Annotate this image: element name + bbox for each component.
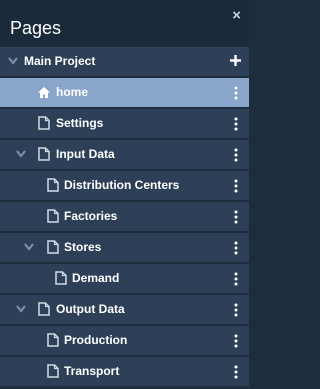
file-icon (47, 178, 59, 192)
file-icon (38, 302, 50, 316)
chevron-down-icon[interactable] (16, 305, 26, 313)
tree-root-main-project[interactable]: Main Project (0, 47, 249, 77)
more-options-icon[interactable] (234, 272, 238, 286)
tree-item-label: Stores (64, 240, 102, 254)
tree-item-distribution-centers[interactable]: Distribution Centers (0, 171, 249, 201)
close-panel-button[interactable]: × (232, 8, 241, 23)
file-icon (47, 240, 59, 254)
more-options-icon[interactable] (234, 210, 238, 224)
tree-item-production[interactable]: Production (0, 326, 249, 356)
more-options-icon[interactable] (234, 86, 238, 100)
home-icon (38, 87, 50, 98)
tree-item-stores[interactable]: Stores (0, 233, 249, 263)
more-options-icon[interactable] (234, 117, 238, 131)
tree-item-demand[interactable]: Demand (0, 264, 249, 294)
tree-item-label: Transport (64, 364, 120, 378)
tree-item-label: Production (64, 333, 128, 347)
more-options-icon[interactable] (234, 334, 238, 348)
tree-item-input-data[interactable]: Input Data (0, 140, 249, 170)
file-icon (38, 116, 50, 130)
tree-item-settings[interactable]: Settings (0, 109, 249, 139)
tree-item-factories[interactable]: Factories (0, 202, 249, 232)
panel-title: Pages (10, 18, 62, 38)
more-options-icon[interactable] (234, 179, 238, 193)
file-icon (47, 364, 59, 378)
add-page-icon[interactable] (229, 54, 242, 67)
panel-header: Pages × (0, 0, 249, 46)
tree-root-label: Main Project (24, 54, 96, 68)
file-icon (38, 147, 50, 161)
tree-item-label: Demand (72, 271, 120, 285)
file-icon (55, 271, 67, 285)
tree-item-transport[interactable]: Transport (0, 357, 249, 387)
tree-item-home[interactable]: home (0, 78, 249, 108)
tree-item-label: home (56, 85, 89, 99)
tree-item-label: Settings (56, 116, 104, 130)
file-icon (47, 209, 59, 223)
more-options-icon[interactable] (234, 303, 238, 317)
tree-item-label: Output Data (56, 302, 125, 316)
tree-item-output-data[interactable]: Output Data (0, 295, 249, 325)
tree-item-label: Factories (64, 209, 118, 223)
chevron-down-icon[interactable] (16, 150, 26, 158)
more-options-icon[interactable] (234, 365, 238, 379)
tree-item-label: Distribution Centers (64, 178, 180, 192)
file-icon (47, 333, 59, 347)
chevron-down-icon[interactable] (24, 243, 34, 251)
chevron-down-icon[interactable] (8, 57, 18, 65)
pages-panel: Pages × Main Project home Settings Input… (0, 0, 249, 389)
more-options-icon[interactable] (234, 241, 238, 255)
tree-item-label: Input Data (56, 147, 115, 161)
more-options-icon[interactable] (234, 148, 238, 162)
